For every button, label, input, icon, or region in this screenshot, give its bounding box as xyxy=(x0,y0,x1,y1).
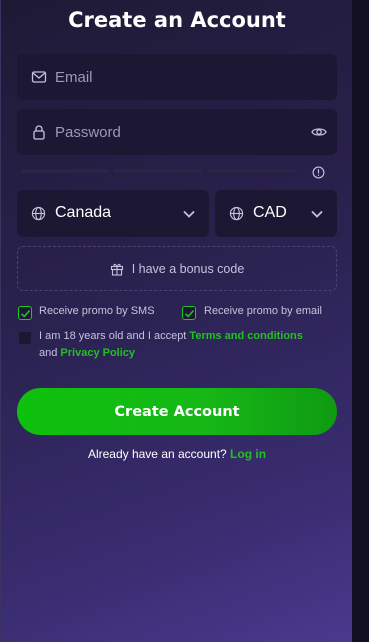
country-select[interactable]: Canada xyxy=(17,190,209,237)
globe-icon xyxy=(31,206,46,221)
page-title: Create an Account xyxy=(68,8,286,32)
password-field-container[interactable] xyxy=(17,109,337,155)
login-link[interactable]: Log in xyxy=(230,447,266,461)
gift-icon xyxy=(110,263,123,276)
mail-icon xyxy=(31,71,47,83)
age-terms-label: I am 18 years old and I accept Terms and… xyxy=(39,328,329,362)
create-account-button[interactable]: Create Account xyxy=(17,388,337,435)
check-icon xyxy=(184,309,195,318)
currency-value: CAD xyxy=(253,204,287,221)
email-field-container[interactable] xyxy=(17,54,337,100)
info-icon[interactable] xyxy=(312,166,325,179)
check-icon xyxy=(20,309,31,318)
promo-sms-label: Receive promo by SMS xyxy=(39,305,155,317)
password-strength-segment xyxy=(21,169,109,173)
bonus-code-label: I have a bonus code xyxy=(131,261,245,276)
country-value: Canada xyxy=(55,204,112,221)
terms-link[interactable]: Terms and conditions xyxy=(189,330,302,342)
globe-icon xyxy=(229,206,244,221)
password-strength-segment xyxy=(207,169,297,173)
registration-panel: Create an Account Cana xyxy=(0,0,352,642)
promo-email-checkbox[interactable] xyxy=(182,306,196,320)
privacy-policy-link[interactable]: Privacy Policy xyxy=(60,347,135,359)
eye-icon[interactable] xyxy=(311,124,327,140)
promo-email-label: Receive promo by email xyxy=(204,305,322,317)
age-terms-checkbox[interactable] xyxy=(18,331,32,345)
currency-select[interactable]: CAD xyxy=(215,190,337,237)
email-field[interactable] xyxy=(55,54,315,100)
age-terms-text: I am 18 years old and I accept xyxy=(39,330,190,342)
promo-sms-checkbox[interactable] xyxy=(18,306,32,320)
age-terms-and: and xyxy=(39,347,61,359)
login-prompt: Already have an account? Log in xyxy=(1,447,353,461)
login-prompt-text: Already have an account? xyxy=(87,447,227,461)
bonus-code-toggle[interactable]: I have a bonus code xyxy=(17,246,337,291)
password-strength-segment xyxy=(114,169,203,173)
password-field[interactable] xyxy=(55,109,315,155)
background-strip xyxy=(352,0,369,642)
chevron-down-icon xyxy=(311,210,323,218)
chevron-down-icon xyxy=(183,210,195,218)
lock-icon xyxy=(33,125,45,140)
